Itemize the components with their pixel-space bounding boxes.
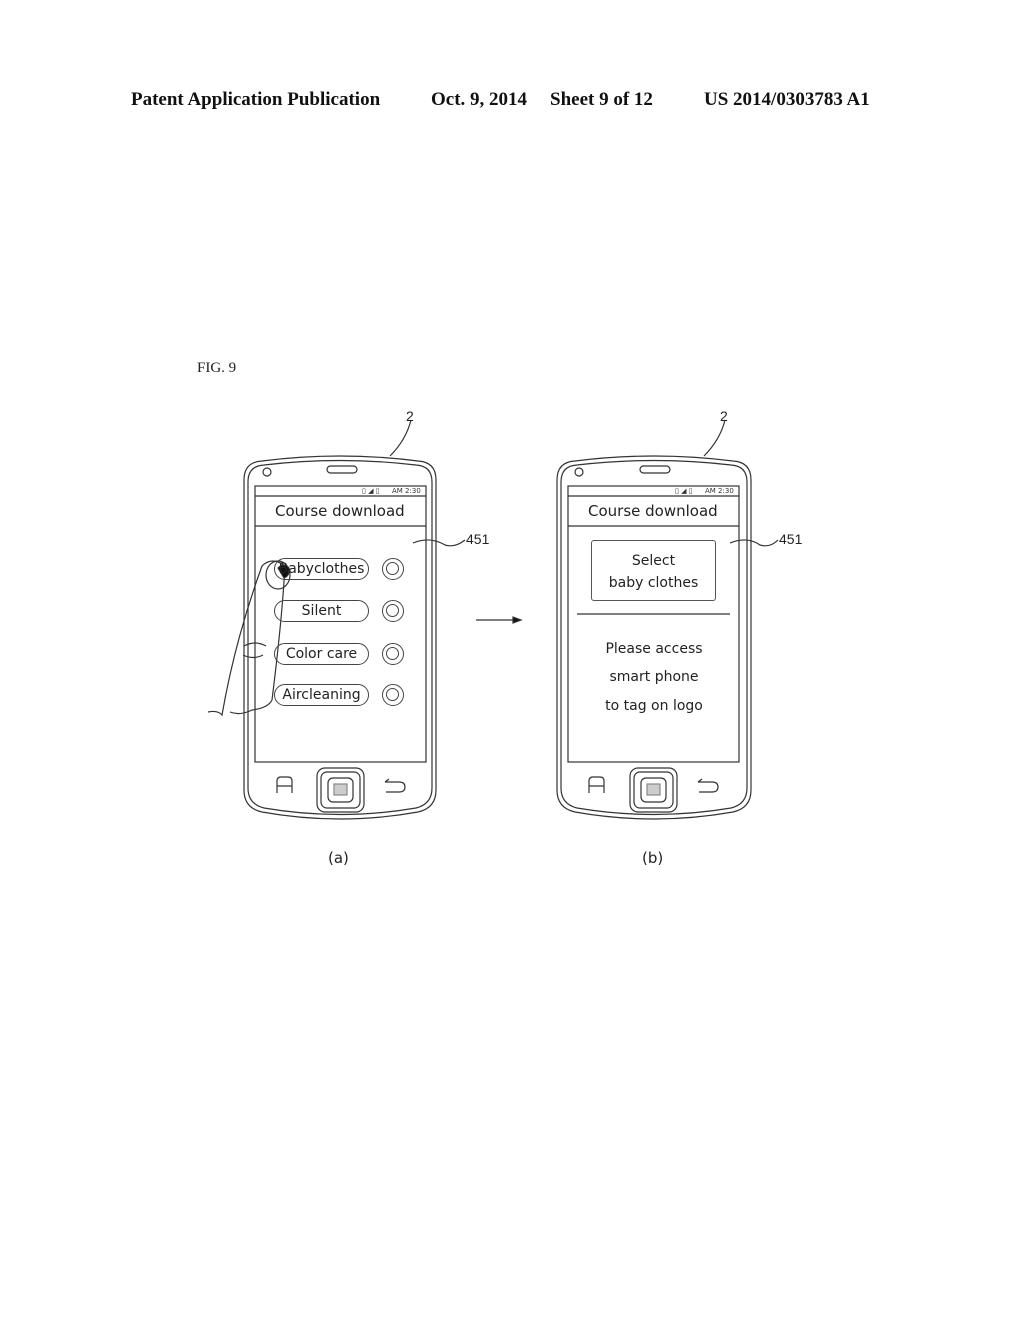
back-icon: [697, 778, 719, 793]
option-color-care-radio[interactable]: [382, 643, 404, 665]
status-bar-icons: ▯ ◢ ▯: [362, 487, 380, 495]
option-silent-radio[interactable]: [382, 600, 404, 622]
back-icon: [384, 778, 406, 793]
option-babyclothes-button[interactable]: Babyclothes: [274, 558, 369, 580]
panel-a-caption: (a): [328, 849, 349, 867]
screen-reference-a: 451: [466, 531, 490, 547]
home-button-icon: [629, 767, 678, 813]
option-babyclothes-radio[interactable]: [382, 558, 404, 580]
option-aircleaning-radio[interactable]: [382, 684, 404, 706]
menu-icon: [588, 776, 605, 793]
menu-icon: [276, 776, 293, 793]
phone-b-body: [556, 419, 779, 820]
message-line-2: smart phone: [609, 669, 699, 685]
right-arrow-icon: [476, 616, 523, 624]
figure-drawing: [207, 419, 779, 820]
home-button-icon: [316, 767, 365, 813]
message-line-3: to tag on logo: [605, 698, 703, 714]
device-reference-a: 2: [406, 408, 414, 424]
selection-line-1: Select: [631, 553, 676, 569]
selection-line-2: baby clothes: [608, 575, 699, 591]
option-color-care-button[interactable]: Color care: [274, 643, 369, 665]
message-line-1: Please access: [605, 641, 703, 657]
option-silent-button[interactable]: Silent: [274, 600, 369, 622]
screen-title: Course download: [275, 502, 405, 520]
screen-reference-b: 451: [779, 531, 803, 547]
screen-title: Course download: [588, 502, 718, 520]
status-time: AM 2:30: [392, 487, 421, 495]
selection-box: Select baby clothes: [591, 540, 716, 601]
option-aircleaning-button[interactable]: Aircleaning: [274, 684, 369, 706]
device-reference-b: 2: [720, 408, 728, 424]
panel-b-caption: (b): [642, 849, 664, 867]
status-bar-icons: ▯ ◢ ▯: [675, 487, 693, 495]
status-time: AM 2:30: [705, 487, 734, 495]
